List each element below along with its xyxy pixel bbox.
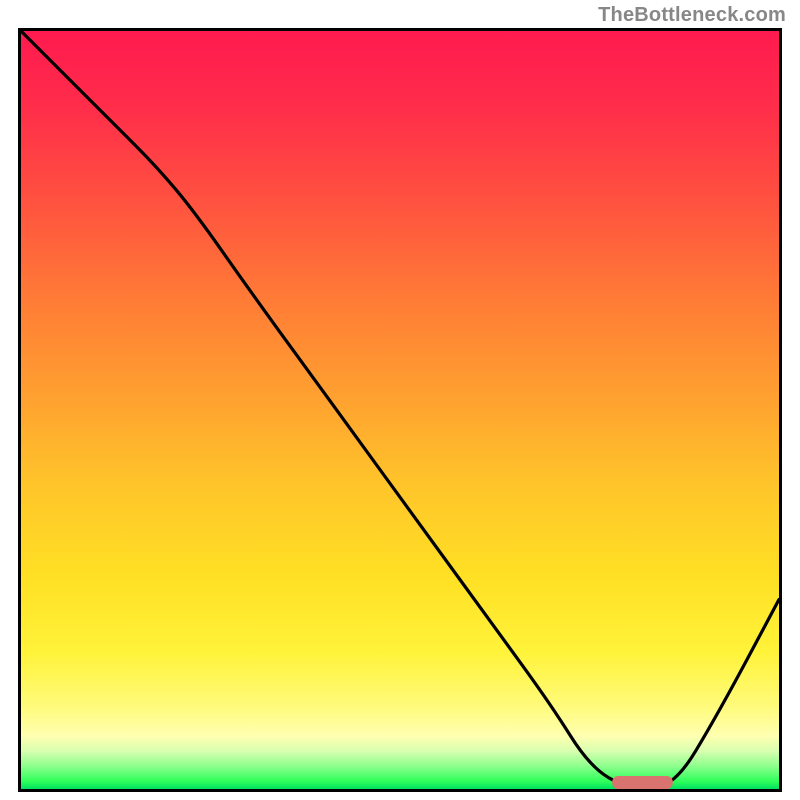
chart-overlay [21,31,779,789]
watermark-text: TheBottleneck.com [598,4,786,27]
optimal-range-marker [612,776,673,789]
chart-stage: TheBottleneck.com [0,0,800,800]
plot-area [18,28,782,792]
bottleneck-curve [21,31,779,789]
